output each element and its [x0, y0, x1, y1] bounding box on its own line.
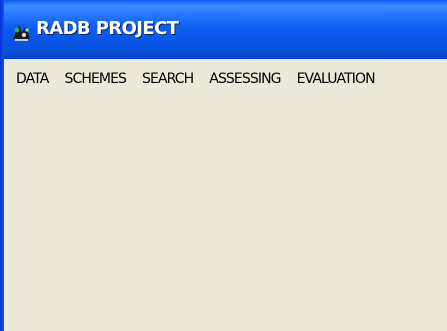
app-icon[interactable] [10, 21, 32, 43]
menu-item-evaluation[interactable]: EVALUATION [289, 71, 383, 87]
menu-bar: DATA SCHEMES SEARCH ASSESSING EVALUATION [4, 59, 447, 99]
menu-item-assessing[interactable]: ASSESSING [201, 71, 288, 87]
menu-item-search[interactable]: SEARCH [134, 71, 201, 87]
client-area [4, 99, 447, 331]
menu-item-data[interactable]: DATA [4, 71, 56, 87]
app-window: RADB PROJECT DATA SCHEMES SEARCH ASSESSI… [0, 0, 447, 331]
menu-item-schemes[interactable]: SCHEMES [56, 71, 134, 87]
title-bar[interactable]: RADB PROJECT [0, 0, 447, 59]
window-title: RADB PROJECT [36, 18, 179, 39]
